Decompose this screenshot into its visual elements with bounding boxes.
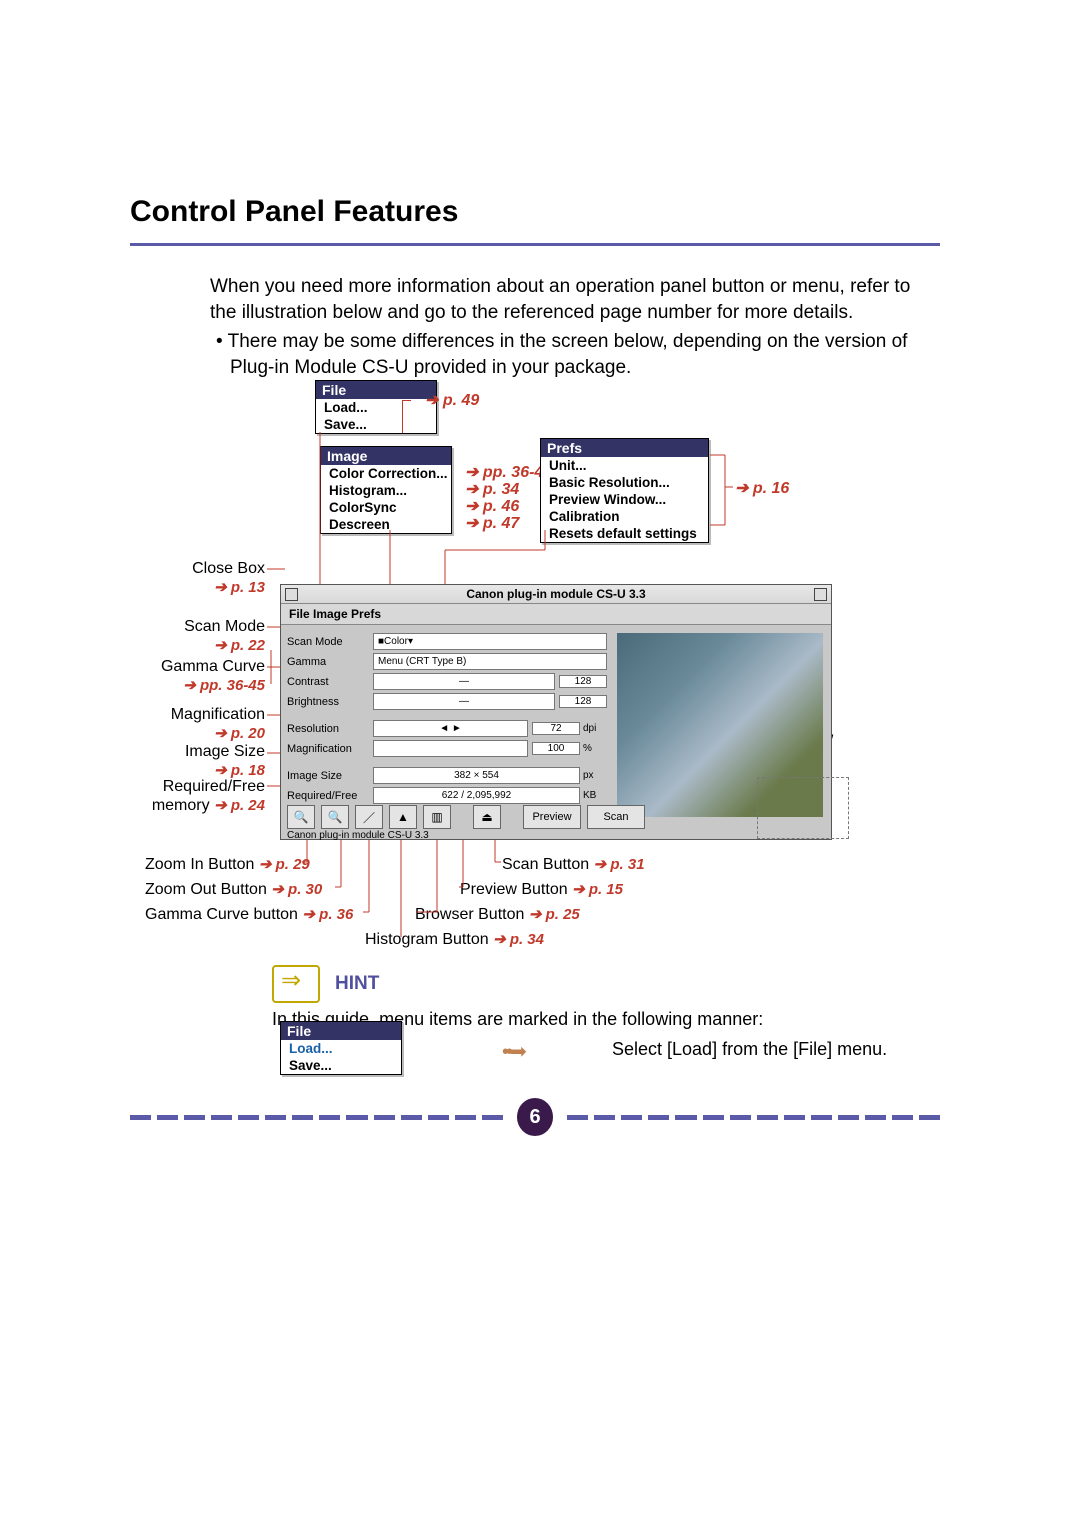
lbl-gamma: Gamma Curve➔ pp. 36-45 (125, 658, 265, 695)
zoom-box-icon[interactable] (814, 588, 827, 601)
image-menu-box: Image Color Correction... Histogram... C… (320, 446, 452, 534)
lbl-scanmode: Scan Mode➔ p. 22 (125, 618, 265, 655)
gamma-curve-button[interactable]: ／ (355, 805, 383, 829)
hint-menu-title: File (281, 1022, 401, 1040)
prefs-menu-basic: Basic Resolution... (541, 474, 708, 491)
page-footer: 6 (130, 1098, 940, 1138)
row-brightness[interactable]: Brightness — 128 (287, 693, 607, 710)
prefs-menu-preview: Preview Window... (541, 491, 708, 508)
file-menu-load: Load... (316, 399, 436, 416)
hint-menu-save: Save... (281, 1057, 401, 1074)
zoom-out-button[interactable]: 🔍 (321, 805, 349, 829)
hint-block: HINT In this guide, menu items are marke… (272, 965, 932, 1030)
lbl-scanbtn: Scan Button ➔ p. 31 (502, 855, 645, 874)
preview-button[interactable]: Preview (523, 805, 581, 829)
histogram-button[interactable]: ▲ (389, 805, 417, 829)
scanner-status: Canon plug-in module CS-U 3.3 (287, 830, 429, 841)
hint-icon (272, 965, 320, 1003)
diagram: File Load... Save... ➔ p. 49 Image Color… (135, 370, 945, 960)
lbl-zoomout: Zoom Out Button ➔ p. 30 (145, 880, 322, 899)
file-menu-box: File Load... Save... (315, 380, 437, 434)
lbl-magnif: Magnification➔ p. 20 (125, 706, 265, 743)
prefs-menu-box: Prefs Unit... Basic Resolution... Previe… (540, 438, 709, 543)
row-contrast[interactable]: Contrast — 128 (287, 673, 607, 690)
file-menu-ref: ➔ p. 49 (425, 390, 479, 410)
intro-text: When you need more information about an … (210, 274, 920, 381)
lbl-previewbtn: Preview Button ➔ p. 15 (460, 880, 623, 899)
row-scanmode[interactable]: Scan Mode ■ Color ▾ (287, 633, 607, 650)
dotted-arrow-icon: ••➡ (502, 1039, 524, 1064)
image-menu-cs: ColorSync (321, 499, 451, 516)
prefs-menu-cal: Calibration (541, 508, 708, 525)
lbl-reqfree: Required/Free memory ➔ p. 24 (105, 778, 265, 815)
close-box-icon[interactable] (285, 588, 298, 601)
hint-label: HINT (335, 973, 379, 994)
prefs-ref: ➔ p. 16 (735, 478, 789, 498)
prefs-menu-unit: Unit... (541, 457, 708, 474)
scan-button[interactable]: Scan (587, 805, 645, 829)
hint-select-text: Select [Load] from the [File] menu. (612, 1039, 887, 1060)
row-magnif[interactable]: Magnification 100 % (287, 740, 607, 757)
hint-example-menu: File Load... Save... (280, 1021, 402, 1075)
intro-p1: When you need more information about an … (210, 274, 920, 325)
preview-image[interactable] (617, 633, 823, 817)
row-imgsize: Image Size 382 × 554 px (287, 767, 607, 784)
prefs-menu-title: Prefs (541, 439, 708, 457)
image-menu-ds: Descreen (321, 516, 451, 533)
zoom-in-button[interactable]: 🔍 (287, 805, 315, 829)
page-number: 6 (517, 1098, 553, 1136)
row-reqfree: Required/Free 622 / 2,095,992 KB (287, 787, 607, 804)
image-menu-hist: Histogram... (321, 482, 451, 499)
image-menu-title: Image (321, 447, 451, 465)
image-menu-cc: Color Correction... (321, 465, 451, 482)
lbl-browserbtn: Browser Button ➔ p. 25 (415, 905, 580, 924)
eject-button[interactable]: ⏏ (473, 805, 501, 829)
lbl-closebox: Close Box➔ p. 13 (125, 560, 265, 597)
lbl-histbtn: Histogram Button ➔ p. 34 (365, 930, 544, 949)
scanner-window: Canon plug-in module CS-U 3.3 File Image… (280, 584, 832, 840)
scanner-titlebar: Canon plug-in module CS-U 3.3 (281, 585, 831, 604)
browser-button[interactable]: ▥ (423, 805, 451, 829)
lbl-imgsize: Image Size➔ p. 18 (125, 743, 265, 780)
file-menu-save: Save... (316, 416, 436, 433)
hint-menu-load: Load... (281, 1040, 401, 1057)
page-title: Control Panel Features (130, 195, 940, 229)
row-resolution[interactable]: Resolution ◄ ► 72 dpi (287, 720, 607, 737)
scanner-menubar[interactable]: File Image Prefs (281, 604, 831, 625)
image-ref-3: ➔ p. 47 (465, 513, 519, 533)
lbl-zoomin: Zoom In Button ➔ p. 29 (145, 855, 310, 874)
row-gamma[interactable]: Gamma Menu (CRT Type B) (287, 653, 607, 670)
file-menu-title: File (316, 381, 436, 399)
lbl-gammabtn: Gamma Curve button ➔ p. 36 (145, 905, 353, 924)
title-rule (130, 243, 940, 246)
prefs-menu-reset: Resets default settings (541, 525, 708, 542)
